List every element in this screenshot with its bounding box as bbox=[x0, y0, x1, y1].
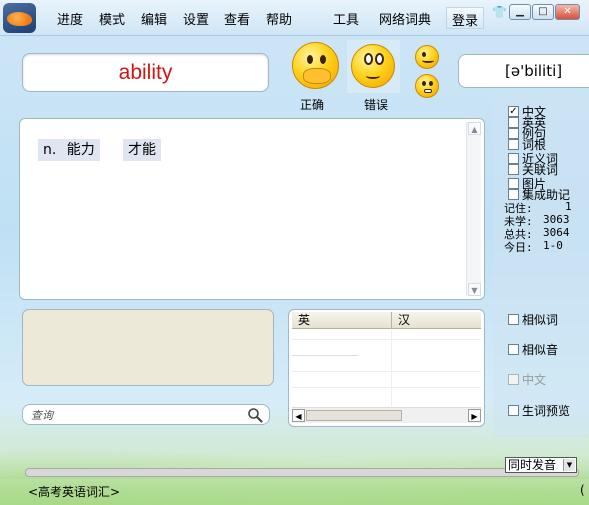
scroll-right-icon[interactable]: ▶ bbox=[468, 409, 481, 422]
chevron-down-icon[interactable]: ▼ bbox=[563, 459, 575, 471]
column-divider bbox=[391, 330, 392, 406]
meaning-panel: n. 能力 才能 ▲ ▼ bbox=[19, 118, 485, 300]
wrong-button-frame[interactable] bbox=[347, 40, 400, 93]
search-box[interactable] bbox=[22, 404, 270, 425]
menu-settings[interactable]: 设置 bbox=[183, 9, 209, 28]
vocabulary-book-label[interactable]: <高考英语词汇> bbox=[28, 483, 120, 500]
pronunciation-select[interactable]: 同时发音 ▼ bbox=[505, 457, 577, 473]
option-similar-words[interactable]: 相似词 bbox=[508, 311, 558, 328]
wrong-label[interactable]: 错误 bbox=[364, 96, 388, 113]
menu-progress[interactable]: 进度 bbox=[57, 9, 83, 28]
table-horizontal-scrollbar[interactable]: ◀ ▶ bbox=[292, 407, 481, 423]
shh-smiley-icon[interactable] bbox=[415, 74, 439, 98]
menu-help[interactable]: 帮助 bbox=[266, 9, 292, 28]
option-similar-sound[interactable]: 相似音 bbox=[508, 341, 558, 358]
part-of-speech: n. bbox=[43, 142, 57, 158]
menu-mode[interactable]: 模式 bbox=[99, 9, 125, 28]
status-right-text: ( bbox=[580, 483, 585, 497]
online-dictionary-button[interactable]: 网络词典 bbox=[374, 7, 436, 29]
skin-shirt-icon[interactable]: 👕 bbox=[492, 5, 507, 19]
meaning-sense: n. 能力 bbox=[38, 139, 100, 161]
table-row bbox=[292, 339, 481, 340]
search-input[interactable] bbox=[31, 407, 241, 423]
column-header-english[interactable]: 英 bbox=[292, 312, 391, 329]
scroll-up-icon[interactable]: ▲ bbox=[468, 122, 481, 135]
tools-button[interactable]: 工具 bbox=[328, 7, 364, 29]
correct-smiley-icon[interactable] bbox=[292, 42, 339, 89]
current-word: ability bbox=[22, 53, 269, 92]
meaning-scrollbar[interactable]: ▲ ▼ bbox=[466, 122, 481, 296]
option-chinese-disabled: 中文 bbox=[508, 371, 546, 388]
table-row bbox=[292, 355, 358, 356]
maximize-button[interactable]: □ bbox=[532, 4, 554, 20]
close-button[interactable]: ✕ bbox=[555, 4, 580, 20]
menu-view[interactable]: 查看 bbox=[224, 9, 250, 28]
menu-edit[interactable]: 编辑 bbox=[141, 9, 167, 28]
note-panel bbox=[22, 309, 274, 386]
sense-2: 才能 bbox=[123, 139, 161, 161]
word-table[interactable]: 英 汉 ◀ ▶ bbox=[288, 309, 485, 427]
wink-smiley-icon[interactable] bbox=[415, 45, 439, 69]
scroll-thumb[interactable] bbox=[306, 410, 402, 421]
thinking-smiley-icon bbox=[351, 44, 395, 88]
column-header-chinese[interactable]: 汉 bbox=[391, 312, 481, 329]
table-row bbox=[292, 387, 481, 388]
sense-1: 能力 bbox=[66, 142, 95, 158]
app-logo[interactable] bbox=[3, 3, 36, 33]
scroll-down-icon[interactable]: ▼ bbox=[468, 283, 481, 296]
search-icon[interactable] bbox=[247, 407, 263, 423]
option-new-word-preview[interactable]: 生词预览 bbox=[508, 402, 570, 419]
progress-track[interactable] bbox=[25, 468, 579, 477]
scroll-left-icon[interactable]: ◀ bbox=[292, 409, 305, 422]
stat-today: 今日: 1-0 bbox=[504, 239, 563, 254]
minimize-button[interactable]: ▁ bbox=[509, 4, 531, 20]
table-row bbox=[292, 371, 481, 372]
correct-label[interactable]: 正确 bbox=[300, 96, 324, 113]
login-button[interactable]: 登录 bbox=[446, 7, 485, 29]
phonetic-display: [ə'biliti] bbox=[458, 54, 589, 88]
